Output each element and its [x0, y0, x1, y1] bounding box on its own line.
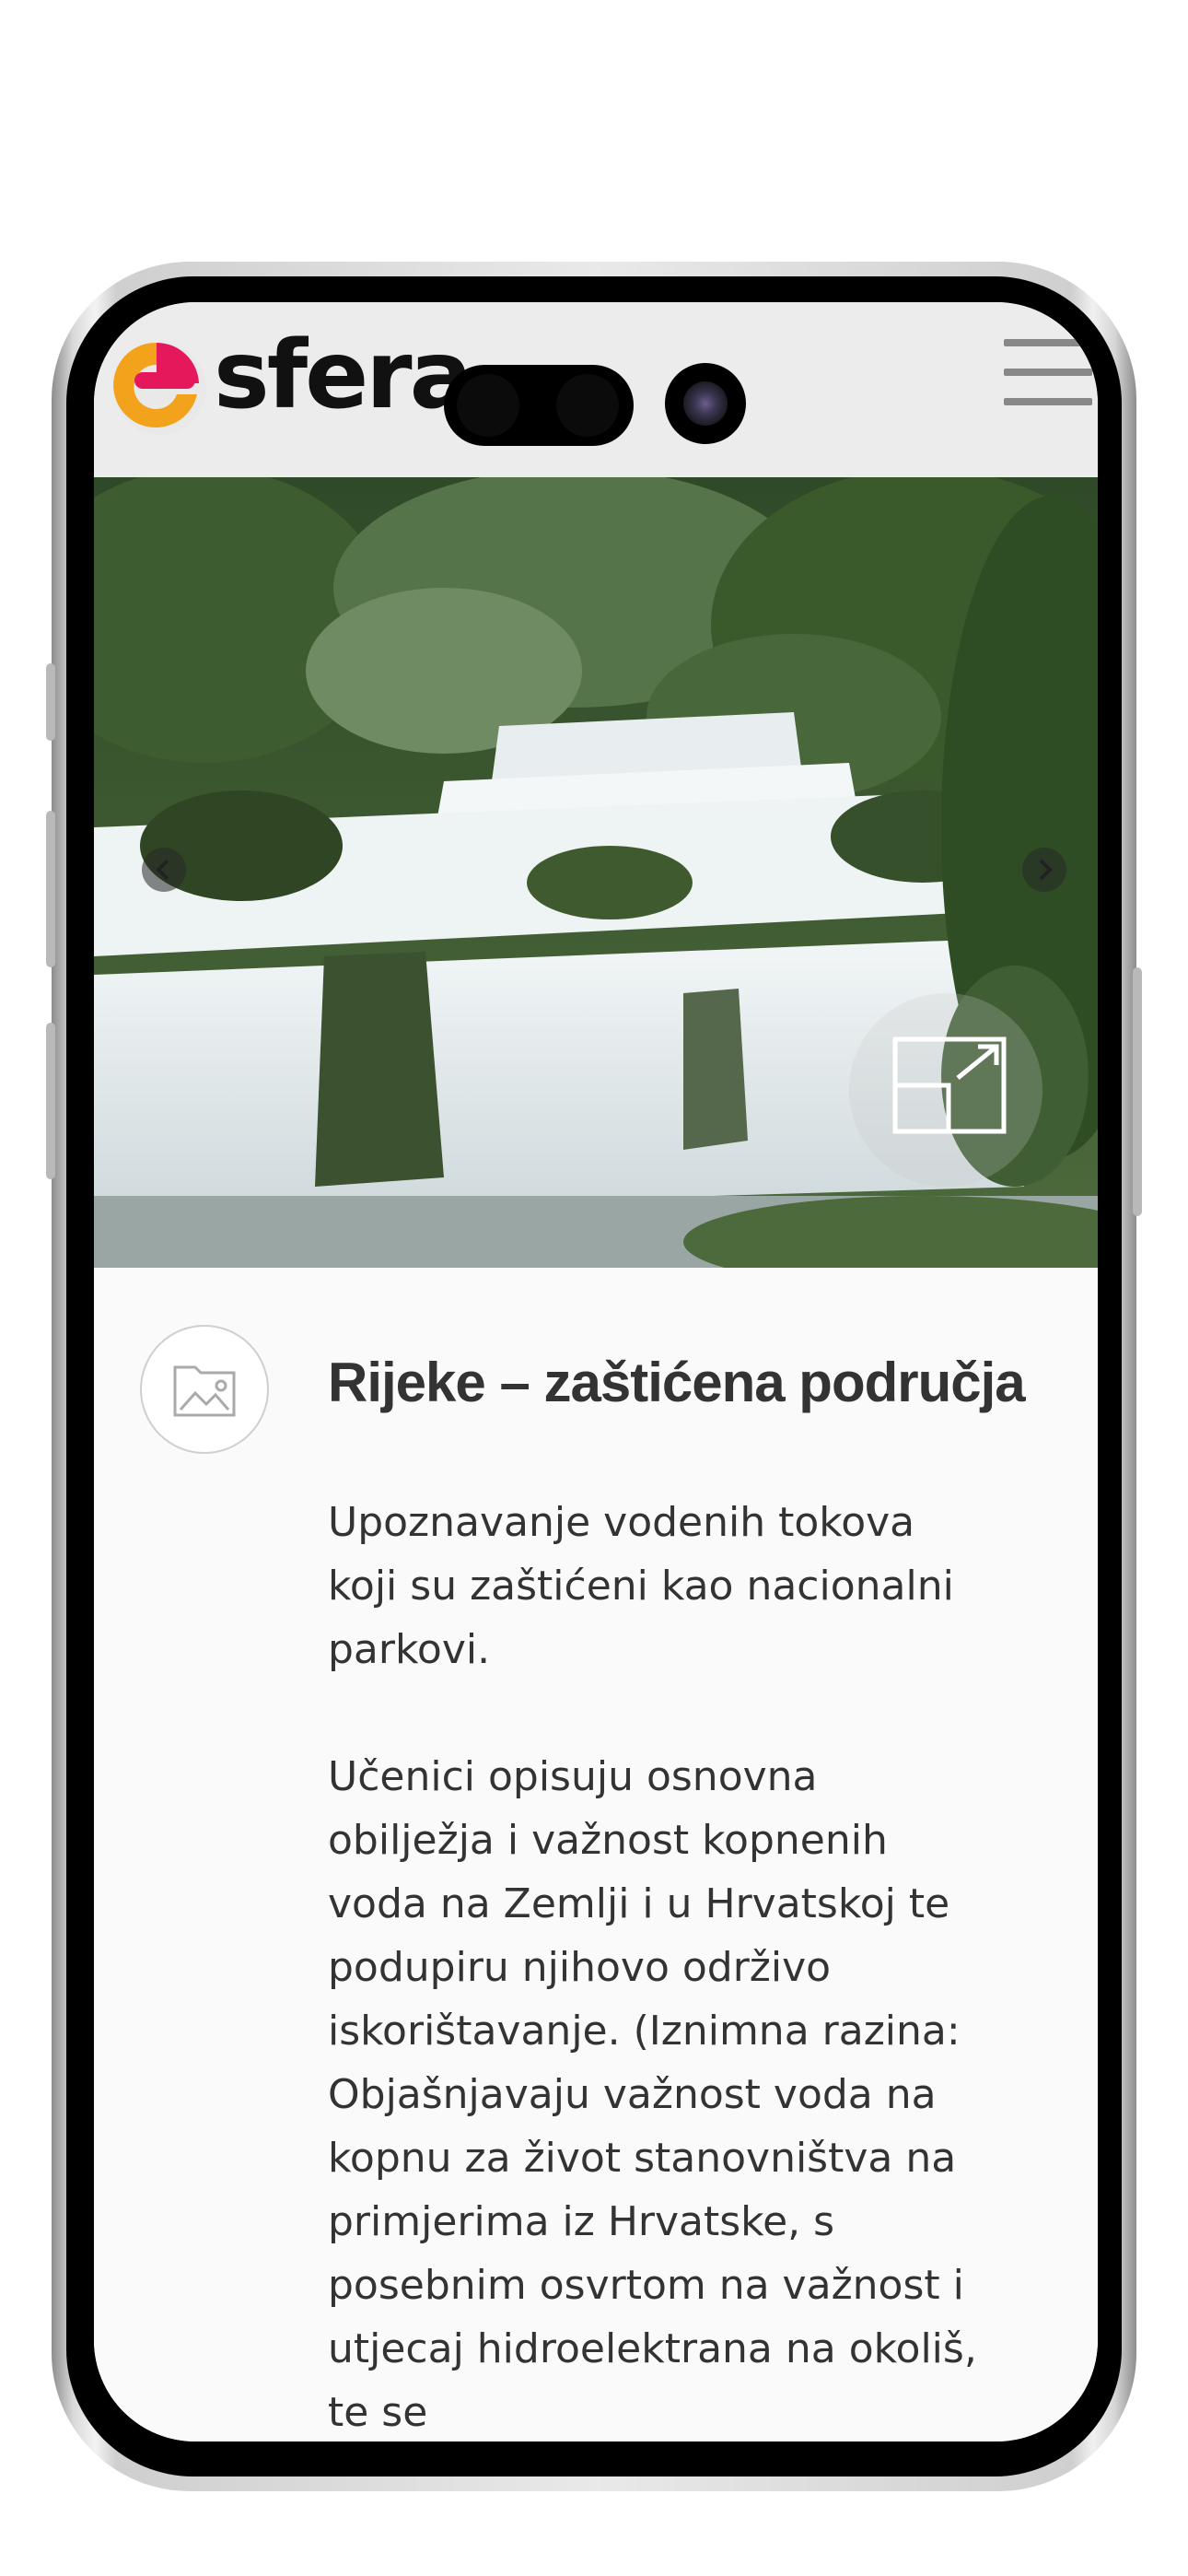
- sfera-logo[interactable]: [103, 330, 214, 440]
- image-placeholder-icon: [140, 1325, 269, 1454]
- brand-name: sfera: [214, 321, 472, 430]
- fullscreen-button[interactable]: [849, 993, 1042, 1187]
- power-button: [1133, 967, 1142, 1216]
- lesson-intro: Upoznavanje vodenih tokova koji su zašti…: [328, 1499, 954, 1673]
- chevron-left-icon: [156, 859, 169, 881]
- volume-up-button: [46, 811, 55, 967]
- screen: sfera Rijeke – zaštićena područja Upozna…: [94, 302, 1098, 2441]
- action-button: [46, 663, 55, 741]
- lesson-card: Rijeke – zaštićena područja Upoznavanje …: [94, 1268, 1098, 2441]
- next-slide-button[interactable]: [1022, 848, 1066, 892]
- camera-icon: [665, 363, 746, 444]
- sensor-icon: [457, 374, 519, 437]
- hero-image: [94, 477, 1098, 1268]
- lesson-body: Učenici opisuju osnovna obilježja i važn…: [328, 1753, 977, 2436]
- sensor-icon: [556, 374, 619, 437]
- previous-slide-button[interactable]: [142, 848, 186, 892]
- lesson-title: Rijeke – zaštićena područja: [328, 1352, 1026, 1413]
- volume-down-button: [46, 1023, 55, 1179]
- dynamic-island: [444, 365, 634, 446]
- expand-icon: [892, 1036, 1007, 1134]
- hamburger-menu-icon[interactable]: [1004, 339, 1092, 405]
- chevron-right-icon: [1039, 859, 1053, 881]
